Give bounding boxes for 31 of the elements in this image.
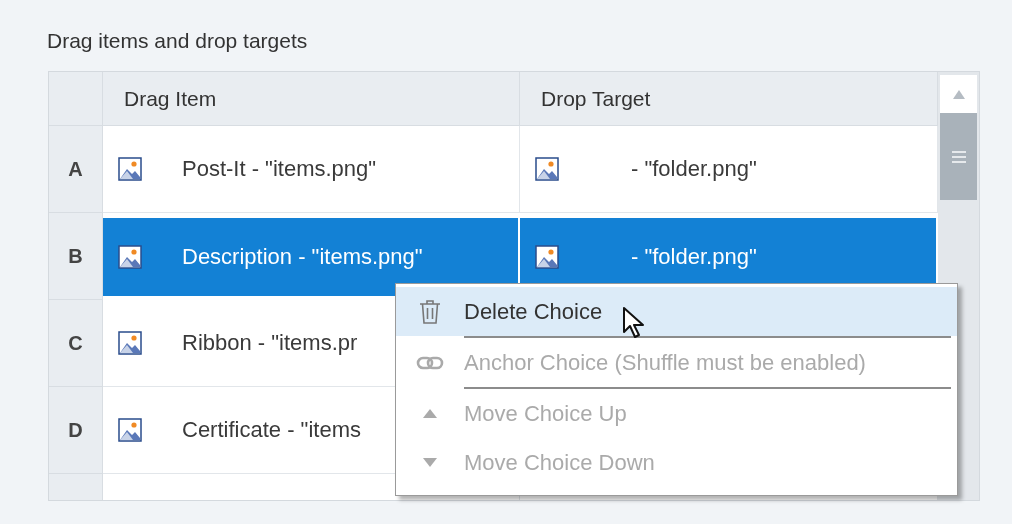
row-label: A <box>49 126 103 213</box>
image-icon <box>118 245 142 269</box>
column-header: Drop Target <box>520 72 938 126</box>
cell-text: Ribbon - "items.pr <box>182 330 358 356</box>
drag-item-cell[interactable]: Description - "items.png" <box>103 218 520 296</box>
cell-text: Description - "items.png" <box>182 244 423 270</box>
cell-text: Post-It - "items.png" <box>182 156 377 182</box>
menu-item[interactable]: Delete Choice <box>396 287 957 336</box>
image-icon <box>535 245 559 269</box>
cell-text: - "folder.png" <box>631 244 757 270</box>
column-header: Drag Item <box>103 72 520 126</box>
row-label: B <box>49 213 103 300</box>
scrollbar-thumb[interactable] <box>940 113 977 200</box>
image-icon <box>535 157 559 181</box>
image-icon <box>118 157 142 181</box>
image-icon <box>118 418 142 442</box>
section-title: Drag items and drop targets <box>47 28 309 54</box>
image-icon <box>118 331 142 355</box>
scroll-up-button[interactable] <box>940 75 977 113</box>
trash-icon <box>419 298 441 325</box>
cell-text: Certificate - "items <box>182 417 361 443</box>
drag-item-cell[interactable]: Post-It - "items.png" <box>103 126 520 213</box>
down-triangle-icon <box>423 458 437 467</box>
row-label: D <box>49 387 103 474</box>
up-triangle-icon <box>952 89 965 99</box>
grip-icon <box>951 150 966 163</box>
drop-target-cell[interactable]: - "folder.png" <box>520 126 938 213</box>
link-icon <box>416 355 444 370</box>
row-label: C <box>49 300 103 387</box>
cell-text: - "folder.png" <box>631 156 757 182</box>
up-triangle-icon <box>423 409 437 418</box>
